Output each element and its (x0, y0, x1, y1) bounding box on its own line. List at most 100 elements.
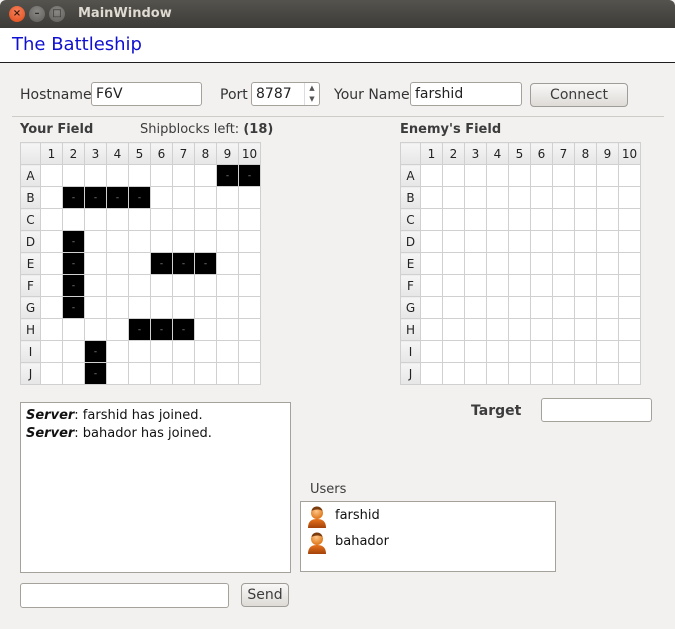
enemy-cell-h9[interactable] (596, 318, 619, 341)
your-field-grid[interactable]: 1 2 3 4 5 6 7 8 9 10 A - - B - - - - C D - E - - - - F - G - H - - - I - J - (20, 142, 261, 385)
enemy-cell-i9[interactable] (596, 340, 619, 363)
enemy-cell-f7[interactable] (552, 274, 575, 297)
spinner-up-icon[interactable]: ▲ (305, 83, 319, 94)
enemy-cell-a4[interactable] (486, 164, 509, 187)
your-cell-c7[interactable] (172, 208, 195, 231)
your-cell-c2[interactable] (62, 208, 85, 231)
enemy-cell-h1[interactable] (420, 318, 443, 341)
enemy-cell-a7[interactable] (552, 164, 575, 187)
name-input[interactable] (410, 82, 522, 106)
your-cell-c5[interactable] (128, 208, 151, 231)
your-cell-i10[interactable] (238, 340, 261, 363)
enemy-cell-b10[interactable] (618, 186, 641, 209)
your-cell-g6[interactable] (150, 296, 173, 319)
your-cell-a7[interactable] (172, 164, 195, 187)
your-cell-a4[interactable] (106, 164, 129, 187)
enemy-cell-h8[interactable] (574, 318, 597, 341)
your-cell-e8[interactable]: - (194, 252, 217, 275)
your-cell-d5[interactable] (128, 230, 151, 253)
your-cell-e7[interactable]: - (172, 252, 195, 275)
your-cell-h2[interactable] (62, 318, 85, 341)
your-cell-g5[interactable] (128, 296, 151, 319)
your-cell-g4[interactable] (106, 296, 129, 319)
your-cell-c8[interactable] (194, 208, 217, 231)
target-input[interactable] (541, 398, 652, 422)
enemy-cell-i8[interactable] (574, 340, 597, 363)
your-cell-e2[interactable]: - (62, 252, 85, 275)
enemy-cell-f5[interactable] (508, 274, 531, 297)
your-cell-h4[interactable] (106, 318, 129, 341)
spinner-down-icon[interactable]: ▼ (305, 94, 319, 105)
your-cell-g7[interactable] (172, 296, 195, 319)
your-cell-b7[interactable] (172, 186, 195, 209)
your-cell-i9[interactable] (216, 340, 239, 363)
your-cell-h3[interactable] (84, 318, 107, 341)
your-cell-a2[interactable] (62, 164, 85, 187)
enemy-cell-g3[interactable] (464, 296, 487, 319)
enemy-cell-h5[interactable] (508, 318, 531, 341)
enemy-cell-j5[interactable] (508, 362, 531, 385)
enemy-cell-f3[interactable] (464, 274, 487, 297)
your-cell-i2[interactable] (62, 340, 85, 363)
enemy-cell-f8[interactable] (574, 274, 597, 297)
enemy-cell-f4[interactable] (486, 274, 509, 297)
users-list[interactable]: farshid bahador (300, 501, 556, 572)
your-cell-e1[interactable] (40, 252, 63, 275)
your-cell-d7[interactable] (172, 230, 195, 253)
your-cell-e4[interactable] (106, 252, 129, 275)
your-cell-c1[interactable] (40, 208, 63, 231)
your-cell-i8[interactable] (194, 340, 217, 363)
enemy-cell-b7[interactable] (552, 186, 575, 209)
your-cell-d9[interactable] (216, 230, 239, 253)
your-cell-c3[interactable] (84, 208, 107, 231)
chat-input[interactable] (20, 583, 229, 608)
your-cell-g1[interactable] (40, 296, 63, 319)
enemy-cell-i6[interactable] (530, 340, 553, 363)
your-cell-b8[interactable] (194, 186, 217, 209)
enemy-cell-g10[interactable] (618, 296, 641, 319)
enemy-cell-e1[interactable] (420, 252, 443, 275)
enemy-cell-i3[interactable] (464, 340, 487, 363)
enemy-cell-i1[interactable] (420, 340, 443, 363)
enemy-cell-c7[interactable] (552, 208, 575, 231)
your-cell-b2[interactable]: - (62, 186, 85, 209)
enemy-cell-e4[interactable] (486, 252, 509, 275)
enemy-cell-e2[interactable] (442, 252, 465, 275)
enemy-cell-e10[interactable] (618, 252, 641, 275)
enemy-cell-e3[interactable] (464, 252, 487, 275)
your-cell-h9[interactable] (216, 318, 239, 341)
your-cell-i5[interactable] (128, 340, 151, 363)
enemy-cell-g8[interactable] (574, 296, 597, 319)
your-cell-b1[interactable] (40, 186, 63, 209)
enemy-cell-b4[interactable] (486, 186, 509, 209)
enemy-cell-h6[interactable] (530, 318, 553, 341)
enemy-cell-f9[interactable] (596, 274, 619, 297)
your-cell-j5[interactable] (128, 362, 151, 385)
window-minimize-button[interactable]: – (29, 6, 45, 22)
your-cell-j4[interactable] (106, 362, 129, 385)
enemy-cell-a1[interactable] (420, 164, 443, 187)
enemy-cell-d10[interactable] (618, 230, 641, 253)
enemy-cell-j4[interactable] (486, 362, 509, 385)
enemy-cell-c1[interactable] (420, 208, 443, 231)
your-cell-f1[interactable] (40, 274, 63, 297)
enemy-cell-b2[interactable] (442, 186, 465, 209)
your-cell-g10[interactable] (238, 296, 261, 319)
enemy-cell-e8[interactable] (574, 252, 597, 275)
your-cell-i6[interactable] (150, 340, 173, 363)
enemy-cell-i2[interactable] (442, 340, 465, 363)
enemy-cell-i7[interactable] (552, 340, 575, 363)
your-cell-c9[interactable] (216, 208, 239, 231)
your-cell-d3[interactable] (84, 230, 107, 253)
your-cell-h10[interactable] (238, 318, 261, 341)
your-cell-g8[interactable] (194, 296, 217, 319)
your-cell-d4[interactable] (106, 230, 129, 253)
enemy-cell-f1[interactable] (420, 274, 443, 297)
your-cell-i7[interactable] (172, 340, 195, 363)
window-maximize-button[interactable]: □ (49, 6, 65, 22)
enemy-cell-h2[interactable] (442, 318, 465, 341)
your-cell-f3[interactable] (84, 274, 107, 297)
your-cell-d10[interactable] (238, 230, 261, 253)
your-cell-a6[interactable] (150, 164, 173, 187)
your-cell-b6[interactable] (150, 186, 173, 209)
